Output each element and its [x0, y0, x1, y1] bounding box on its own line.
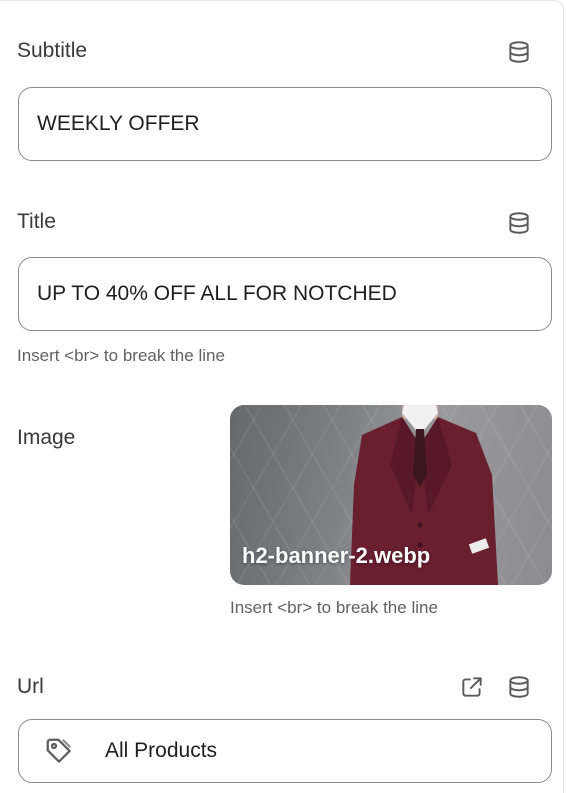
external-link-icon[interactable] [457, 672, 487, 702]
image-label: Image [17, 426, 76, 449]
title-label: Title [17, 210, 56, 233]
image-filename: h2-banner-2.webp [242, 543, 431, 568]
database-icon[interactable] [504, 208, 534, 238]
url-input-value: All Products [105, 739, 218, 762]
title-input[interactable]: UP TO 40% OFF ALL FOR NOTCHED [18, 257, 552, 331]
url-input[interactable]: All Products [18, 719, 552, 783]
title-help-text: Insert <br> to break the line [17, 346, 225, 365]
settings-panel: Subtitle WEEKLY OFFER Title UP TO 40% OF… [0, 0, 564, 793]
database-icon[interactable] [504, 672, 534, 702]
subtitle-input-value: WEEKLY OFFER [37, 112, 200, 135]
title-input-value: UP TO 40% OFF ALL FOR NOTCHED [37, 282, 397, 305]
image-picker[interactable]: h2-banner-2.webp [230, 405, 552, 585]
subtitle-label: Subtitle [17, 39, 88, 62]
tag-icon [44, 736, 74, 766]
database-icon[interactable] [504, 37, 534, 67]
image-help-text: Insert <br> to break the line [230, 598, 438, 617]
url-label: Url [17, 675, 44, 698]
subtitle-input[interactable]: WEEKLY OFFER [18, 87, 552, 161]
